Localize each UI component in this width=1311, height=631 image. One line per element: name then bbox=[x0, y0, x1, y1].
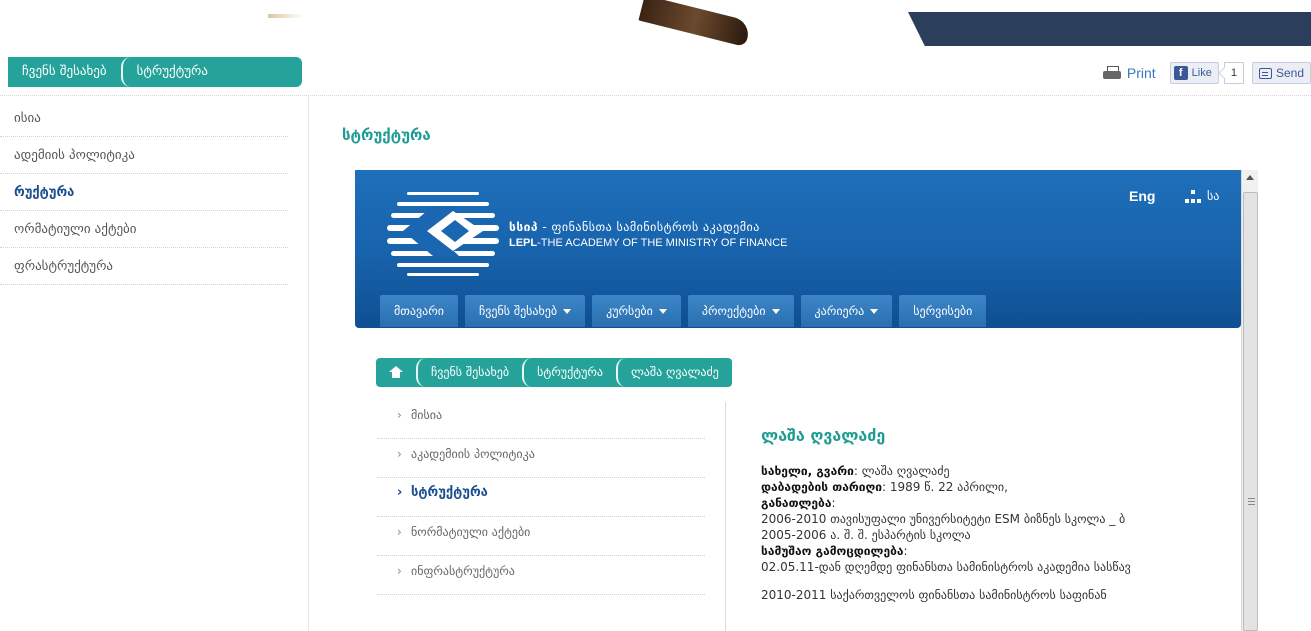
menu-item-home[interactable]: მთავარი bbox=[380, 295, 458, 327]
section-nav-policy[interactable]: › აკადემიის პოლიტიკა bbox=[377, 439, 705, 478]
sidebar: ისია ადემიის პოლიტიკა რუქტურა ორმატიული … bbox=[0, 100, 288, 285]
sidebar-item-infrastructure[interactable]: ფრასტრუქტურა bbox=[0, 248, 288, 285]
chevron-down-icon bbox=[563, 309, 572, 314]
main-menu: მთავარი ჩვენს შესახებ კურსები პროექტები … bbox=[380, 295, 987, 327]
section-nav-structure[interactable]: › სტრუქტურა bbox=[377, 478, 705, 517]
page-title: სტრუქტურა bbox=[342, 126, 431, 144]
send-label: Send bbox=[1275, 66, 1304, 80]
breadcrumb-item-about[interactable]: ჩვენს შესახებ bbox=[8, 57, 121, 87]
profile-birthdate-row: დაბადების თარიღი: 1989 წ. 22 აპრილი, bbox=[761, 480, 1008, 494]
facebook-send-button[interactable]: Send bbox=[1251, 62, 1311, 84]
language-switch[interactable]: Eng bbox=[1129, 188, 1155, 204]
share-tools: Print f Like 1 Send bbox=[1102, 60, 1311, 86]
section-nav-infrastructure[interactable]: › ინფრასტრუქტურა bbox=[377, 556, 705, 595]
chevron-right-icon: › bbox=[397, 525, 402, 539]
sidebar-item-policy[interactable]: ადემიის პოლიტიკა bbox=[0, 137, 288, 174]
sidebar-divider bbox=[308, 96, 309, 631]
facebook-icon: f bbox=[1173, 66, 1188, 80]
embedded-frame: სსიპ - ფინანსთა სამინისტროს აკადემია LEP… bbox=[355, 170, 1258, 631]
breadcrumb-item-structure[interactable]: სტრუქტურა bbox=[120, 57, 222, 87]
grip-icon bbox=[1248, 498, 1255, 505]
menu-item-courses[interactable]: კურსები bbox=[592, 295, 681, 327]
menu-item-career[interactable]: კარიერა bbox=[800, 295, 893, 327]
breadcrumb: ჩვენს შესახებ სტრუქტურა bbox=[8, 57, 302, 87]
profile-experience-item: 02.05.11-დან დღემდე ფინანსთა სამინისტროს… bbox=[761, 560, 1131, 574]
sitemap-label[interactable]: სა bbox=[1207, 189, 1219, 203]
scrollbar-thumb[interactable] bbox=[1243, 192, 1258, 631]
chevron-right-icon: › bbox=[397, 408, 402, 422]
menu-item-about[interactable]: ჩვენს შესახებ bbox=[464, 295, 586, 327]
profile-content: ლაშა ღვალაძე სახელი, გვარი: ლაშა ღვალაძე… bbox=[761, 426, 1241, 603]
chevron-down-icon bbox=[870, 309, 879, 314]
sidebar-item-mission[interactable]: ისია bbox=[0, 100, 288, 137]
like-label: Like bbox=[1191, 67, 1212, 79]
breadcrumb-item-about[interactable]: ჩვენს შესახებ bbox=[416, 358, 522, 387]
academy-logo-icon bbox=[387, 192, 499, 276]
profile-education-item: 2006-2010 თავისუფალი უნივერსიტეტი ESM ბი… bbox=[761, 512, 1126, 526]
like-count: 1 bbox=[1223, 62, 1244, 84]
inner-breadcrumb: ჩვენს შესახებ სტრუქტურა ლაშა ღვალაძე bbox=[376, 358, 732, 387]
chevron-down-icon bbox=[771, 309, 780, 314]
chevron-right-icon: › bbox=[397, 447, 402, 461]
site-header: სსიპ - ფინანსთა სამინისტროს აკადემია LEP… bbox=[355, 170, 1241, 328]
send-icon bbox=[1258, 67, 1272, 79]
section-nav: › მისია › აკადემიის პოლიტიკა › სტრუქტურა › ნ… bbox=[377, 400, 705, 595]
home-icon bbox=[389, 366, 403, 379]
print-button[interactable]: Print bbox=[1102, 65, 1156, 81]
breadcrumb-item-person[interactable]: ლაშა ღვალაძე bbox=[615, 358, 732, 387]
profile-fullname-row: სახელი, გვარი: ლაშა ღვალაძე bbox=[761, 464, 950, 478]
profile-experience-label: სამუშაო გამოცდილება: bbox=[761, 544, 908, 558]
profile-education-item: 2005-2006 ა. შ. შ. ესპარტის სკოლა bbox=[761, 528, 971, 542]
profile-education-label: განათლება: bbox=[761, 496, 836, 510]
banner-decoration bbox=[268, 14, 304, 18]
academy-name-ka: სსიპ - ფინანსთა სამინისტროს აკადემია bbox=[509, 220, 760, 234]
profile-experience-item: 2010-2011 საქართველოს ფინანსთა სამინისტრ… bbox=[761, 588, 1107, 602]
banner-pen-image bbox=[638, 0, 752, 47]
chevron-right-icon: › bbox=[397, 564, 402, 578]
printer-icon bbox=[1102, 66, 1121, 80]
breadcrumb-item-structure[interactable]: სტრუქტურა bbox=[522, 358, 616, 387]
sitemap-icon[interactable] bbox=[1185, 190, 1201, 204]
facebook-like-button[interactable]: f Like bbox=[1169, 62, 1219, 84]
print-label: Print bbox=[1126, 65, 1156, 81]
academy-name: სსიპ - ფინანსთა სამინისტროს აკადემია LEP… bbox=[509, 219, 788, 251]
section-nav-mission[interactable]: › მისია bbox=[377, 400, 705, 439]
breadcrumb-home[interactable] bbox=[376, 358, 416, 387]
academy-name-en: LEPL-THE ACADEMY OF THE MINISTRY OF FINA… bbox=[509, 237, 788, 249]
menu-item-projects[interactable]: პროექტები bbox=[687, 295, 794, 327]
section-nav-normative-acts[interactable]: › ნორმატიული აქტები bbox=[377, 517, 705, 556]
sidebar-item-structure[interactable]: რუქტურა bbox=[0, 174, 288, 211]
scroll-up-icon[interactable] bbox=[1242, 170, 1258, 186]
frame-scrollbar[interactable] bbox=[1241, 170, 1258, 631]
chevron-down-icon bbox=[658, 309, 667, 314]
header-divider bbox=[0, 95, 1311, 96]
chevron-right-icon: › bbox=[397, 485, 403, 500]
content-divider bbox=[725, 402, 726, 631]
sidebar-item-normative-acts[interactable]: ორმატიული აქტები bbox=[0, 211, 288, 248]
profile-name: ლაშა ღვალაძე bbox=[761, 426, 886, 445]
menu-item-services[interactable]: სერვისები bbox=[899, 295, 987, 327]
banner-blue-shape bbox=[908, 12, 1311, 46]
top-banner bbox=[0, 0, 1311, 48]
